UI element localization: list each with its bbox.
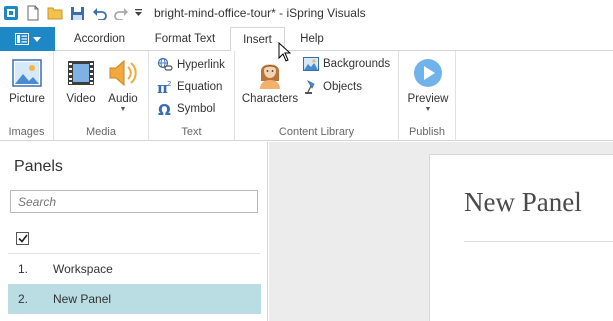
- backgrounds-button[interactable]: Backgrounds: [303, 57, 390, 71]
- characters-label: Characters: [241, 93, 299, 105]
- video-label: Video: [66, 93, 96, 105]
- symbol-label: Symbol: [177, 103, 216, 115]
- search-input[interactable]: [10, 190, 258, 213]
- media-group-label: Media: [86, 126, 116, 138]
- picture-label: Picture: [9, 93, 45, 105]
- quick-access-toolbar: [0, 0, 144, 26]
- lamp-icon: [305, 80, 315, 94]
- panels-title: Panels: [14, 158, 63, 175]
- picture-button[interactable]: Picture: [6, 57, 48, 105]
- item-name: Workspace: [53, 262, 113, 276]
- hyperlink-icon: [157, 57, 173, 71]
- ribbon-group-images: Picture Images: [0, 51, 54, 141]
- open-folder-icon[interactable]: [44, 2, 66, 24]
- file-menu-button[interactable]: [0, 27, 55, 51]
- app-logo-icon[interactable]: [0, 2, 22, 24]
- equation-icon: π 2: [157, 79, 171, 95]
- save-icon[interactable]: [66, 2, 88, 24]
- tab-format-text[interactable]: Format Text: [143, 27, 227, 51]
- video-button[interactable]: Video: [62, 57, 100, 105]
- hyperlink-button[interactable]: Hyperlink: [157, 57, 225, 73]
- symbol-button[interactable]: Ω Symbol: [157, 101, 215, 117]
- svg-text:Ω: Ω: [158, 101, 171, 117]
- window-title: bright-mind-office-tour* - iSpring Visua…: [154, 6, 366, 20]
- preview-button[interactable]: Preview ▼: [403, 57, 453, 114]
- menu-icon: [14, 33, 29, 45]
- chevron-down-icon: [32, 36, 41, 42]
- ribbon-group-media: Video Audio ▼ Media: [54, 51, 149, 141]
- text-group-label: Text: [181, 126, 202, 138]
- item-name: New Panel: [53, 292, 112, 306]
- picture-icon: [12, 59, 42, 87]
- equation-label: Equation: [177, 81, 223, 93]
- title-bar: bright-mind-office-tour* - iSpring Visua…: [0, 0, 613, 26]
- panel-page[interactable]: New Panel: [429, 154, 613, 321]
- images-group-label: Images: [8, 126, 45, 138]
- ribbon-group-text: Hyperlink π 2 Equation Ω Symbol Text: [149, 51, 235, 141]
- play-icon: [414, 59, 442, 87]
- video-icon: [68, 61, 94, 85]
- panels-sidebar: Panels 1. Workspace 2. New Panel: [0, 142, 268, 321]
- panel-title-text[interactable]: New Panel: [464, 187, 582, 218]
- publish-group-label: Publish: [408, 126, 446, 138]
- checkmark-icon: [17, 234, 28, 243]
- objects-label: Objects: [323, 81, 362, 93]
- landscape-icon: [303, 57, 319, 71]
- new-document-icon[interactable]: [22, 2, 44, 24]
- preview-label: Preview: [407, 93, 449, 105]
- svg-text:2: 2: [167, 80, 171, 88]
- equation-button[interactable]: π 2 Equation: [157, 79, 222, 95]
- list-item[interactable]: 1. Workspace: [8, 254, 261, 284]
- objects-button[interactable]: Objects: [303, 79, 362, 95]
- ribbon-group-publish: Preview ▼ Publish: [399, 51, 456, 141]
- content-library-group-label: Content Library: [278, 126, 355, 138]
- tab-accordion[interactable]: Accordion: [63, 27, 136, 51]
- item-number: 2.: [18, 292, 29, 306]
- redo-icon[interactable]: [110, 2, 132, 24]
- undo-icon[interactable]: [88, 2, 110, 24]
- omega-icon: Ω: [158, 101, 171, 117]
- title-divider: [464, 241, 613, 242]
- chevron-down-icon: ▼: [424, 106, 432, 113]
- tab-insert[interactable]: Insert: [230, 27, 285, 52]
- editor-canvas[interactable]: New Panel: [269, 142, 613, 321]
- ribbon-insert-panel: Picture Images Video Audio ▼ Media Hyper…: [0, 51, 613, 141]
- hyperlink-label: Hyperlink: [177, 59, 225, 71]
- audio-label: Audio: [108, 93, 138, 105]
- chevron-down-icon: ▼: [119, 106, 127, 113]
- select-all-checkbox[interactable]: [16, 232, 29, 245]
- customize-icon[interactable]: [132, 2, 144, 24]
- tab-help[interactable]: Help: [290, 27, 334, 51]
- mouse-cursor-icon: [278, 41, 292, 65]
- item-number: 1.: [18, 262, 29, 276]
- backgrounds-label: Backgrounds: [323, 58, 391, 70]
- speaker-icon: [109, 59, 137, 87]
- list-item[interactable]: 2. New Panel: [8, 284, 261, 314]
- ribbon-group-content-library: Characters Backgrounds Objects Content L…: [235, 51, 399, 141]
- ribbon-tab-row: Accordion Format Text Insert Help: [0, 26, 613, 52]
- audio-button[interactable]: Audio ▼: [104, 57, 142, 114]
